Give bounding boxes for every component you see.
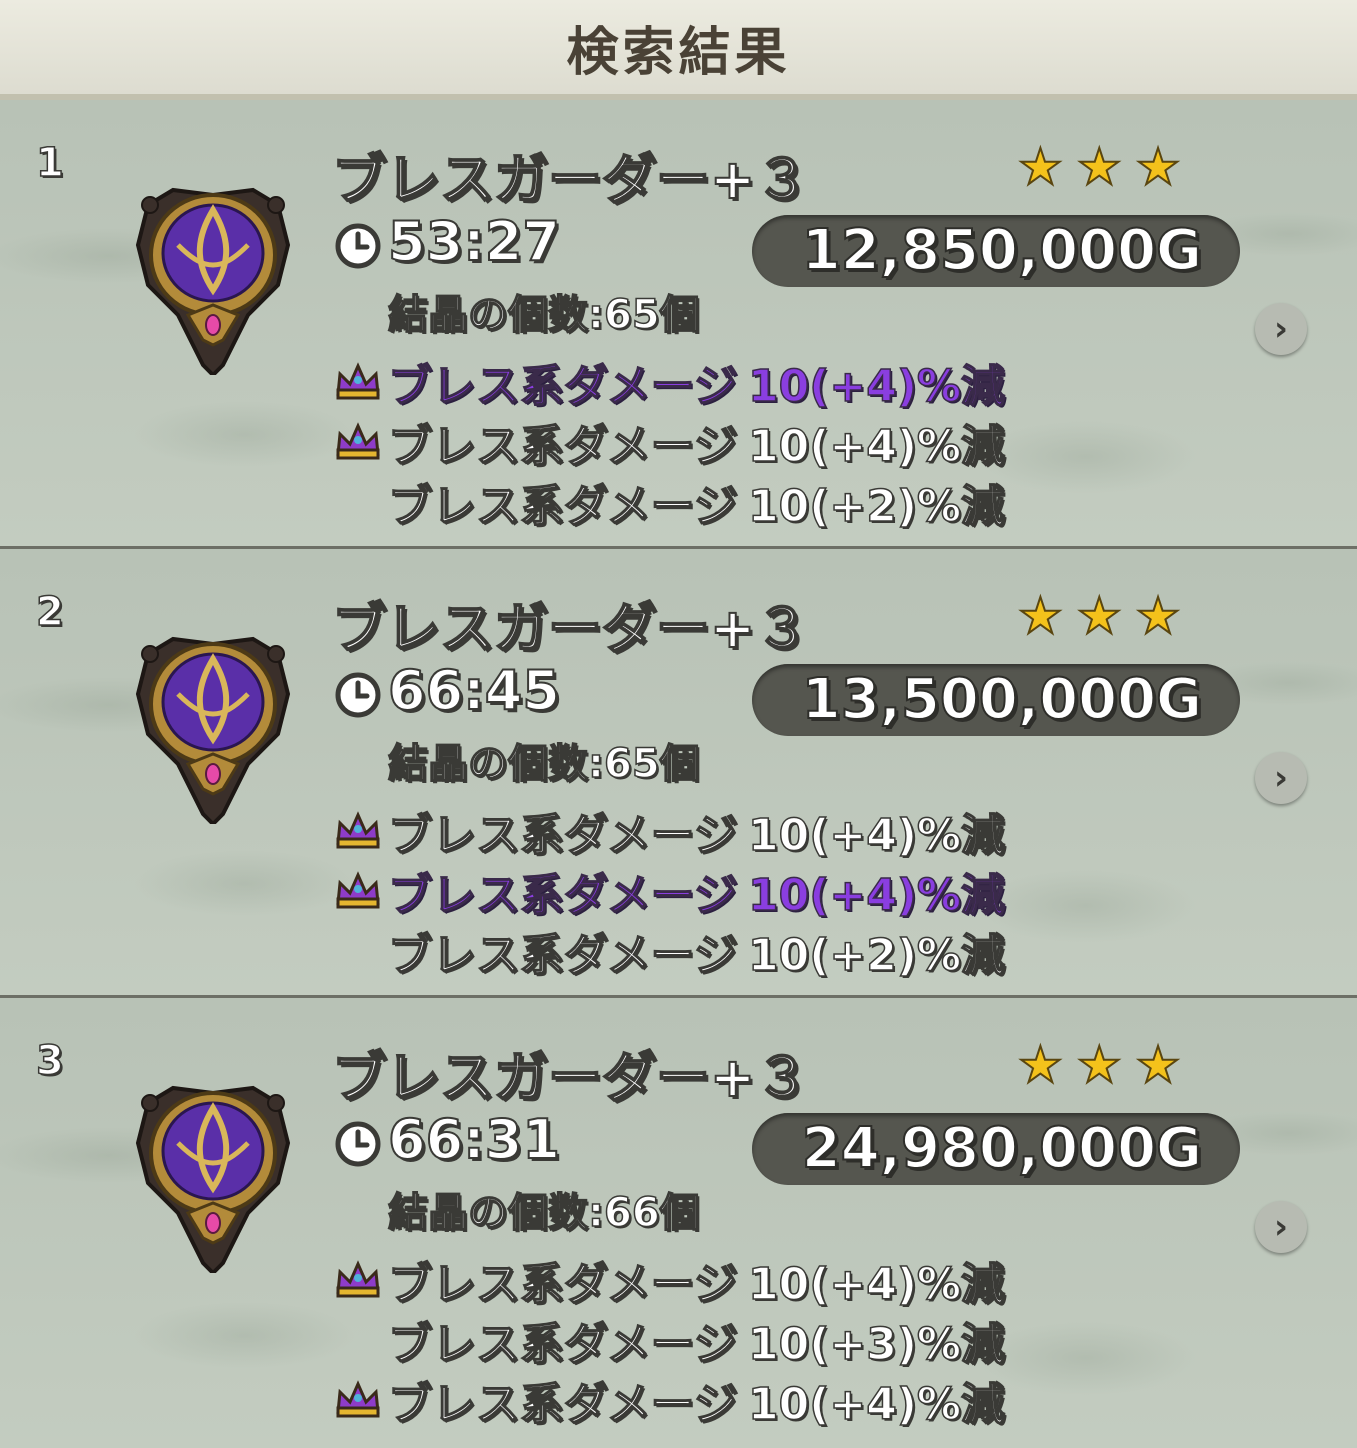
stat-value: 10(+4)%減 (747, 809, 1006, 862)
result-index: 1 (35, 139, 64, 187)
brooch-shield-icon (135, 187, 291, 375)
stat-value: 10(+4)%減 (747, 869, 1006, 922)
stat-line: ブレス系ダメージ 10(+4)%減 (334, 1248, 1014, 1311)
result-row[interactable]: 1 ブレスガーダー+３ ★ ★ ★ 53:27 12,850,000G 結晶の個… (0, 100, 1357, 549)
crystal-count: 結晶の個数:65個 (387, 291, 700, 339)
price-value: 24,980,000G (801, 1115, 1203, 1182)
brooch-shield-icon (135, 1085, 291, 1273)
stat-value: 10(+2)%減 (747, 480, 1006, 533)
stat-label: ブレス系ダメージ (387, 360, 738, 413)
rarity-stars: ★ ★ ★ (1017, 587, 1182, 645)
stat-label: ブレス系ダメージ (387, 1378, 738, 1431)
price-pill: 12,850,000G (752, 215, 1240, 287)
stat-label: ブレス系ダメージ (387, 869, 738, 922)
stat-value: 10(+4)%減 (747, 1258, 1006, 1311)
remaining-time: 66:45 (387, 658, 561, 723)
stat-line: ブレス系ダメージ 10(+2)%減 (334, 470, 1014, 533)
stat-value: 10(+4)%減 (747, 360, 1006, 413)
item-name: ブレスガーダー+３ (331, 1045, 810, 1110)
stat-label: ブレス系ダメージ (387, 480, 738, 533)
results-list: 1 ブレスガーダー+３ ★ ★ ★ 53:27 12,850,000G 結晶の個… (0, 100, 1357, 1448)
star-icon: ★ (1076, 1036, 1123, 1094)
crown-icon (336, 1260, 380, 1298)
chevron-right-icon[interactable]: › (1255, 1201, 1307, 1253)
clock-icon (335, 223, 381, 269)
stat-value: 10(+4)%減 (747, 420, 1006, 473)
stat-label: ブレス系ダメージ (387, 809, 738, 862)
clock-icon (335, 672, 381, 718)
clock-icon (335, 1121, 381, 1167)
stat-label: ブレス系ダメージ (387, 929, 738, 982)
result-index: 3 (35, 1037, 64, 1085)
stat-value: 10(+3)%減 (747, 1318, 1006, 1371)
star-icon: ★ (1076, 138, 1123, 196)
crystal-count: 結晶の個数:66個 (387, 1189, 700, 1237)
result-row[interactable]: 2 ブレスガーダー+３ ★ ★ ★ 66:45 13,500,000G 結晶の個… (0, 549, 1357, 998)
star-icon: ★ (1135, 1036, 1182, 1094)
stat-value: 10(+2)%減 (747, 929, 1006, 982)
stat-label: ブレス系ダメージ (387, 1258, 738, 1311)
rarity-stars: ★ ★ ★ (1017, 1036, 1182, 1094)
stat-label: ブレス系ダメージ (387, 1318, 738, 1371)
stat-line: ブレス系ダメージ 10(+4)%減 (334, 799, 1014, 862)
item-name: ブレスガーダー+３ (331, 147, 810, 212)
stat-label: ブレス系ダメージ (387, 420, 738, 473)
star-icon: ★ (1076, 587, 1123, 645)
rarity-stars: ★ ★ ★ (1017, 138, 1182, 196)
price-pill: 13,500,000G (752, 664, 1240, 736)
remaining-time: 53:27 (387, 209, 561, 274)
star-icon: ★ (1017, 587, 1064, 645)
chevron-right-icon[interactable]: › (1255, 303, 1307, 355)
stat-value: 10(+4)%減 (747, 1378, 1006, 1431)
price-value: 13,500,000G (801, 666, 1203, 733)
result-row[interactable]: 3 ブレスガーダー+３ ★ ★ ★ 66:31 24,980,000G 結晶の個… (0, 998, 1357, 1448)
stat-line: ブレス系ダメージ 10(+4)%減 (334, 1368, 1014, 1431)
price-value: 12,850,000G (801, 217, 1203, 284)
crown-icon (336, 362, 380, 400)
item-name: ブレスガーダー+３ (331, 596, 810, 661)
stat-line: ブレス系ダメージ 10(+4)%減 (334, 859, 1014, 922)
crystal-count: 結晶の個数:65個 (387, 740, 700, 788)
star-icon: ★ (1017, 138, 1064, 196)
stat-line: ブレス系ダメージ 10(+4)%減 (334, 410, 1014, 473)
page-title: 検索結果 (566, 22, 791, 83)
star-icon: ★ (1017, 1036, 1064, 1094)
stat-line: ブレス系ダメージ 10(+3)%減 (334, 1308, 1014, 1371)
crown-icon (336, 422, 380, 460)
crown-icon (336, 1380, 380, 1418)
star-icon: ★ (1135, 138, 1182, 196)
remaining-time: 66:31 (387, 1107, 561, 1172)
crown-icon (336, 871, 380, 909)
crown-icon (336, 811, 380, 849)
result-index: 2 (35, 588, 64, 636)
price-pill: 24,980,000G (752, 1113, 1240, 1185)
chevron-right-icon[interactable]: › (1255, 752, 1307, 804)
stat-line: ブレス系ダメージ 10(+4)%減 (334, 350, 1014, 413)
header-bar: 検索結果 (0, 0, 1357, 100)
star-icon: ★ (1135, 587, 1182, 645)
brooch-shield-icon (135, 636, 291, 824)
stat-line: ブレス系ダメージ 10(+2)%減 (334, 919, 1014, 982)
